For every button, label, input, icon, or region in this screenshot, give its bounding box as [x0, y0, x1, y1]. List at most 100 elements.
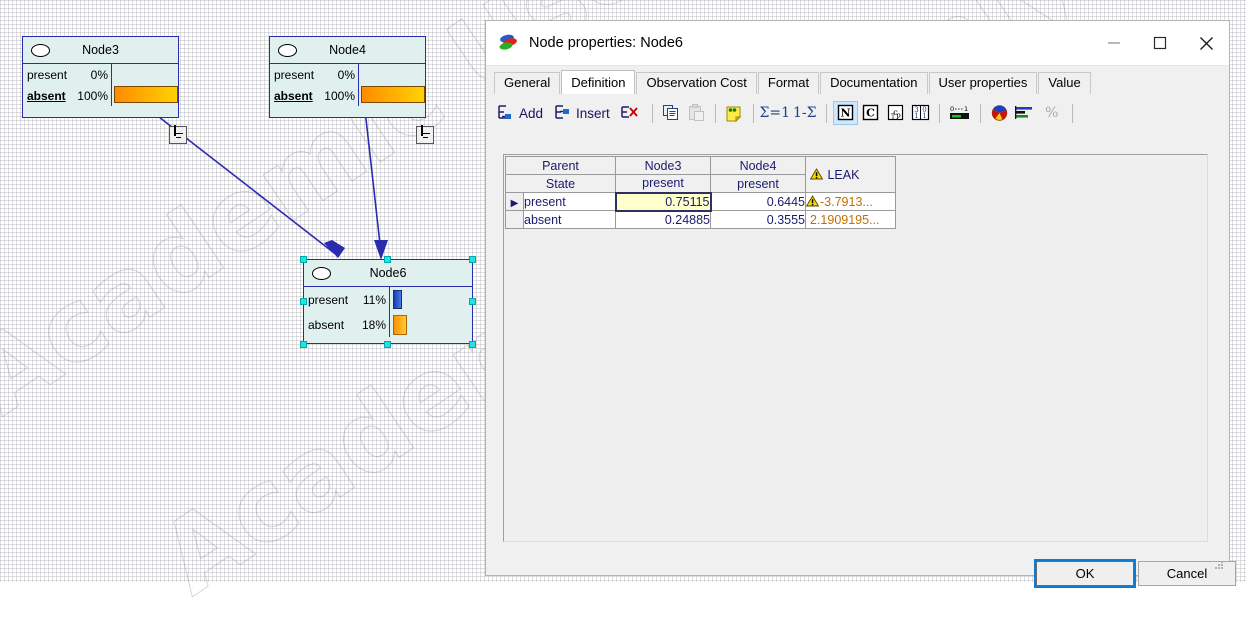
- header-parent-label: Parent: [505, 156, 616, 175]
- cell-node4-present[interactable]: 0.6445: [710, 192, 806, 211]
- fraction-button[interactable]: 3 1 0 1: [908, 101, 933, 125]
- table-row[interactable]: ▶ present 0.75115 0.6445 -3.7913...: [505, 191, 896, 212]
- table-header-row-parent: Parent Node3 Node4 LEAK: [505, 156, 896, 193]
- tab-observation-cost[interactable]: Observation Cost: [636, 72, 757, 94]
- row-arrow-icon: ▶: [510, 197, 519, 209]
- selection-handle-ne[interactable]: [469, 256, 476, 263]
- pie-chart-button[interactable]: [987, 101, 1012, 125]
- node6-states: present 11% absent 18%: [304, 287, 389, 337]
- complement-button[interactable]: 1-Σ: [790, 101, 820, 125]
- node-node6[interactable]: Node6 present 11% absent 18%: [303, 259, 473, 344]
- tab-definition[interactable]: Definition: [561, 70, 636, 94]
- selection-handle-nw[interactable]: [300, 256, 307, 263]
- state-name: absent: [27, 88, 66, 103]
- svg-text:N: N: [840, 107, 850, 120]
- tab-format[interactable]: Format: [757, 72, 820, 94]
- node-node4[interactable]: Node4 present 0% absent 100%: [269, 36, 434, 144]
- cell-leak-present[interactable]: -3.7913...: [805, 192, 896, 211]
- minimize-button[interactable]: [1091, 21, 1137, 65]
- toolbar-separator-7: [1071, 103, 1073, 123]
- window-buttons: [1091, 21, 1229, 65]
- header-parent-node4: Node4: [710, 156, 806, 175]
- definition-toolbar[interactable]: Add Insert Σ=1 1-Σ N C c p T 3 1 0 1 0 1…: [492, 98, 1229, 128]
- node4-title: Node4: [329, 43, 366, 57]
- cpt-button[interactable]: c p T: [883, 101, 908, 125]
- state-pct: 100%: [77, 88, 108, 103]
- cell-node3-absent[interactable]: 0.24885: [615, 210, 711, 229]
- warning-icon: [809, 167, 824, 179]
- node6-present-bar: [393, 290, 402, 309]
- selection-handle-sw[interactable]: [300, 341, 307, 348]
- row-state-present: present: [523, 192, 616, 211]
- svg-text:0: 0: [950, 105, 954, 113]
- maximize-button[interactable]: [1137, 21, 1183, 65]
- cpt-table[interactable]: Parent Node3 Node4 LEAK State present pr…: [505, 156, 896, 229]
- state-name: absent: [274, 88, 313, 103]
- cell-node3-present[interactable]: 0.75115: [614, 191, 712, 212]
- copy-button[interactable]: [659, 101, 684, 125]
- warning-icon: [805, 194, 820, 206]
- range-button[interactable]: 0 1: [946, 101, 974, 125]
- state-pct: 18%: [361, 317, 386, 332]
- row-selector-absent[interactable]: [505, 210, 524, 229]
- bar-chart-button[interactable]: [1012, 101, 1038, 125]
- noisy-max-n-button[interactable]: N: [832, 101, 858, 125]
- node4-resize-handle[interactable]: [416, 125, 434, 144]
- dialog-title-bar[interactable]: Node properties: Node6: [486, 21, 1229, 66]
- header-leak: LEAK: [805, 156, 896, 193]
- svg-text:p: p: [896, 112, 901, 120]
- selection-handle-w[interactable]: [300, 298, 307, 305]
- tab-value[interactable]: Value: [1038, 72, 1091, 94]
- insert-row-button[interactable]: Insert: [549, 100, 614, 126]
- tab-strip[interactable]: General Definition Observation Cost Form…: [494, 70, 1229, 94]
- node-node3[interactable]: Node3 present 0% absent 100%: [22, 36, 187, 144]
- noisy-max-c-button[interactable]: C: [858, 101, 883, 125]
- add-row-button[interactable]: Add: [492, 100, 547, 126]
- close-button[interactable]: [1183, 21, 1229, 65]
- node3-resize-handle[interactable]: [169, 125, 187, 144]
- node6-body: present 11% absent 18%: [304, 287, 472, 337]
- svg-text:T: T: [891, 114, 895, 121]
- header-parent-node3: Node3: [615, 156, 711, 175]
- state-name: present: [308, 292, 349, 307]
- leak-value-present: -3.7913...: [820, 194, 873, 209]
- state-pct: 0%: [337, 67, 355, 82]
- node3-title: Node3: [82, 43, 119, 57]
- node4-state-row-present: present 0%: [270, 64, 358, 85]
- tab-general[interactable]: General: [494, 72, 561, 94]
- dialog-resize-grip[interactable]: [1214, 561, 1224, 571]
- table-row[interactable]: absent 0.24885 0.3555 2.1909195...: [505, 210, 896, 229]
- toolbar-separator-1: [651, 103, 653, 123]
- node3-title-bar: Node3: [23, 37, 178, 64]
- toolbar-separator-5: [938, 103, 940, 123]
- cell-leak-absent[interactable]: 2.1909195...: [805, 210, 896, 229]
- node6-absent-bar: [393, 315, 407, 335]
- state-name: present: [27, 67, 68, 82]
- state-pct: 0%: [90, 67, 108, 82]
- row-selector-present[interactable]: ▶: [505, 192, 524, 211]
- arrowhead-node3: [324, 240, 345, 258]
- note-button[interactable]: [722, 101, 747, 125]
- node4-title-bar: Node4: [270, 37, 425, 64]
- node6-title: Node6: [369, 266, 407, 280]
- svg-text:1: 1: [964, 105, 968, 113]
- tab-user-properties[interactable]: User properties: [928, 72, 1038, 94]
- ok-button[interactable]: OK: [1036, 561, 1134, 586]
- toolbar-separator-3: [752, 103, 754, 123]
- delete-row-button[interactable]: [616, 100, 644, 126]
- tab-documentation[interactable]: Documentation: [820, 72, 928, 94]
- state-name: absent: [308, 317, 345, 332]
- normalize-sum-button[interactable]: Σ=1: [760, 101, 791, 125]
- percent-button: %: [1045, 105, 1059, 121]
- selection-handle-e[interactable]: [469, 298, 476, 305]
- node4-absent-bar: [361, 86, 425, 103]
- node-properties-dialog[interactable]: Node properties: Node6 General Definitio…: [485, 20, 1236, 586]
- selection-handle-n[interactable]: [384, 256, 391, 263]
- selection-handle-se[interactable]: [469, 341, 476, 348]
- node6-state-row-present: present 11%: [304, 287, 389, 312]
- selection-handle-s[interactable]: [384, 341, 391, 348]
- cell-node4-absent[interactable]: 0.3555: [710, 210, 806, 229]
- dialog-title: Node properties: Node6: [529, 35, 683, 51]
- add-row-label: Add: [519, 105, 544, 121]
- toolbar-separator-6: [979, 103, 981, 123]
